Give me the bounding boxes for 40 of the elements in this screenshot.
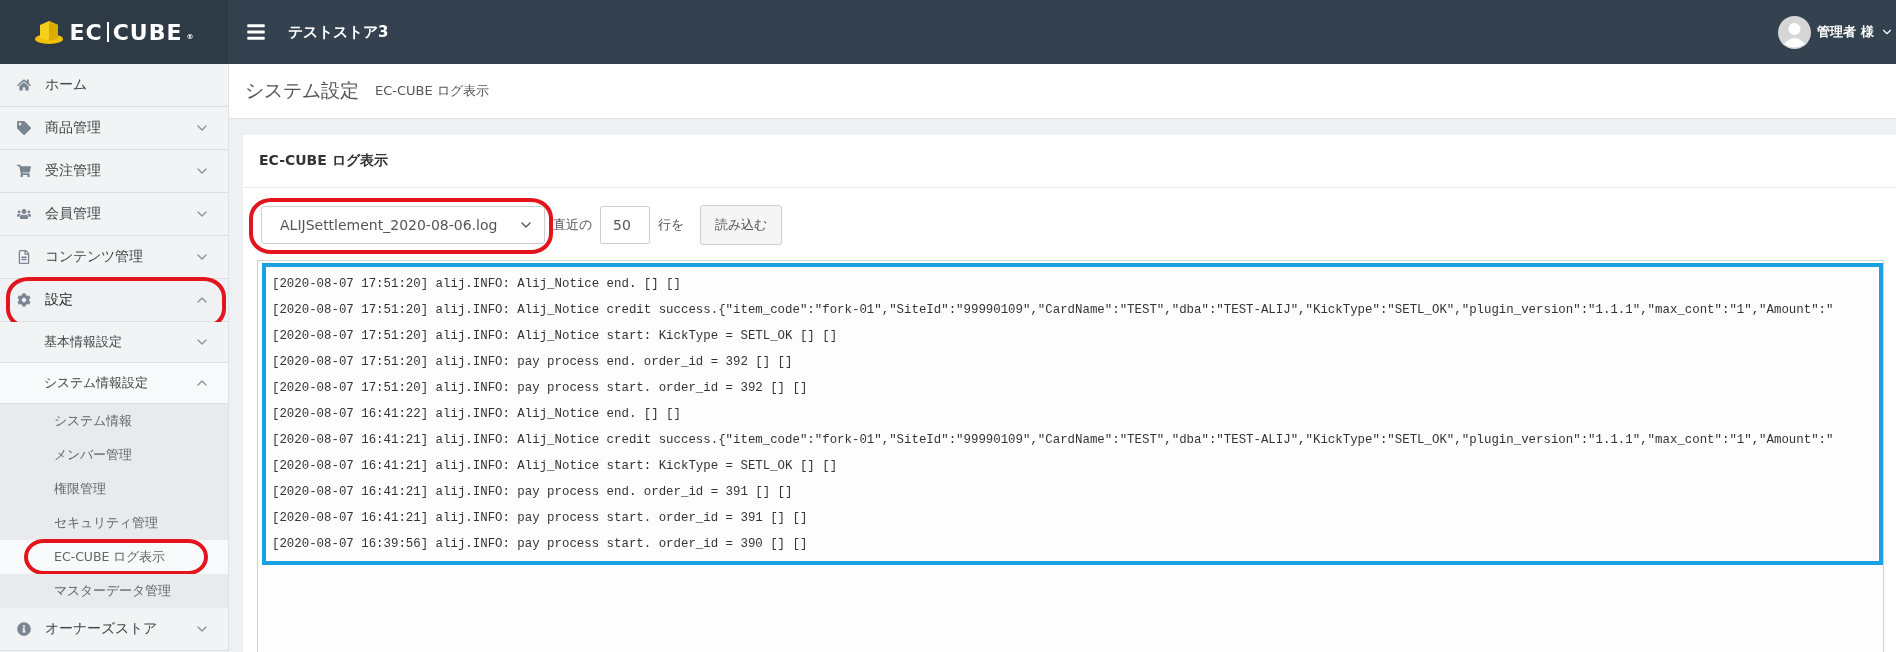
sidebar-subitem[interactable]: システム情報 bbox=[0, 404, 228, 438]
tag-icon bbox=[17, 121, 31, 135]
menu-icon bbox=[246, 22, 266, 42]
sidebar-subitem[interactable]: マスターデータ管理 bbox=[0, 574, 228, 608]
user-menu[interactable]: 管理者 様 bbox=[1778, 15, 1896, 49]
settings-icon bbox=[17, 293, 31, 307]
log-line: [2020-08-07 17:51:20] alij.INFO: Alij_Notice start: KickType = SETL_OK [] [] bbox=[272, 328, 839, 345]
log-line: [2020-08-07 17:51:20] alij.INFO: Alij_Notice end. [] [] bbox=[272, 276, 682, 293]
log-line: [2020-08-07 16:39:56] alij.INFO: pay process start. order_id = 390 [] [] bbox=[272, 536, 809, 553]
sidebar-subitem[interactable]: 基本情報設定 bbox=[0, 322, 228, 363]
info-icon bbox=[17, 622, 31, 636]
document-icon bbox=[17, 250, 31, 264]
cube-hat-logo-icon bbox=[33, 19, 64, 45]
users-icon bbox=[17, 207, 31, 221]
line-count-suffix: 行を bbox=[658, 216, 684, 234]
log-line: [2020-08-07 16:41:21] alij.INFO: Alij_Notice start: KickType = SETL_OK [] [] bbox=[272, 458, 839, 475]
home-icon bbox=[17, 78, 31, 92]
log-line: [2020-08-07 16:41:21] alij.INFO: Alij_Notice credit success.{"item_code":"fork-01","SiteId":"99990109","CardName":"TEST","dba":"TEST-ALIJ","KickType":"SETL_OK","plugin_version":"1.1.1","max_cont":"1","Amount":" bbox=[272, 432, 1835, 449]
store-name: テストストア3 bbox=[288, 22, 389, 42]
log-line: [2020-08-07 17:51:20] alij.INFO: pay process end. order_id = 392 [] [] bbox=[272, 354, 794, 371]
sidebar-subitem[interactable]: 権限管理 bbox=[0, 472, 228, 506]
card-title: EC-CUBE ログ表示 bbox=[243, 135, 1896, 188]
log-file-select[interactable]: ALIJSettlement_2020-08-06.log bbox=[261, 206, 545, 244]
log-line: [2020-08-07 16:41:21] alij.INFO: pay process end. order_id = 391 [] [] bbox=[272, 484, 794, 501]
sidebar-subitem[interactable]: メンバー管理 bbox=[0, 438, 228, 472]
line-count-field[interactable]: 50 bbox=[600, 206, 650, 244]
sidebar-subitem[interactable]: セキュリティ管理 bbox=[0, 506, 228, 540]
log-line: [2020-08-07 17:51:20] alij.INFO: Alij_Notice credit success.{"item_code":"fork-01","SiteId":"99990109","CardName":"TEST","dba":"TEST-ALIJ","KickType":"SETL_OK","plugin_version":"1.1.1","max_cont":"1","Amount":" bbox=[272, 302, 1835, 319]
line-count-prefix: 直近の bbox=[553, 216, 592, 234]
avatar-icon bbox=[1778, 15, 1812, 49]
sidebar-subitem[interactable]: EC-CUBE ログ表示 bbox=[0, 540, 228, 574]
log-line: [2020-08-07 16:41:21] alij.INFO: pay process start. order_id = 391 [] [] bbox=[272, 510, 809, 527]
load-button[interactable]: 読み込む bbox=[700, 205, 782, 245]
page-subtitle: EC-CUBE ログ表示 bbox=[375, 82, 489, 100]
log-line: [2020-08-07 17:51:20] alij.INFO: pay process start. order_id = 392 [] [] bbox=[272, 380, 809, 397]
page-title: システム設定 bbox=[245, 78, 359, 103]
cart-icon bbox=[17, 164, 31, 178]
sidebar-item[interactable]: 設定 bbox=[0, 279, 228, 322]
sidebar-subitem[interactable]: システム情報設定 bbox=[0, 363, 228, 404]
log-line: [2020-08-07 16:41:22] alij.INFO: Alij_Notice end. [] [] bbox=[272, 406, 682, 423]
